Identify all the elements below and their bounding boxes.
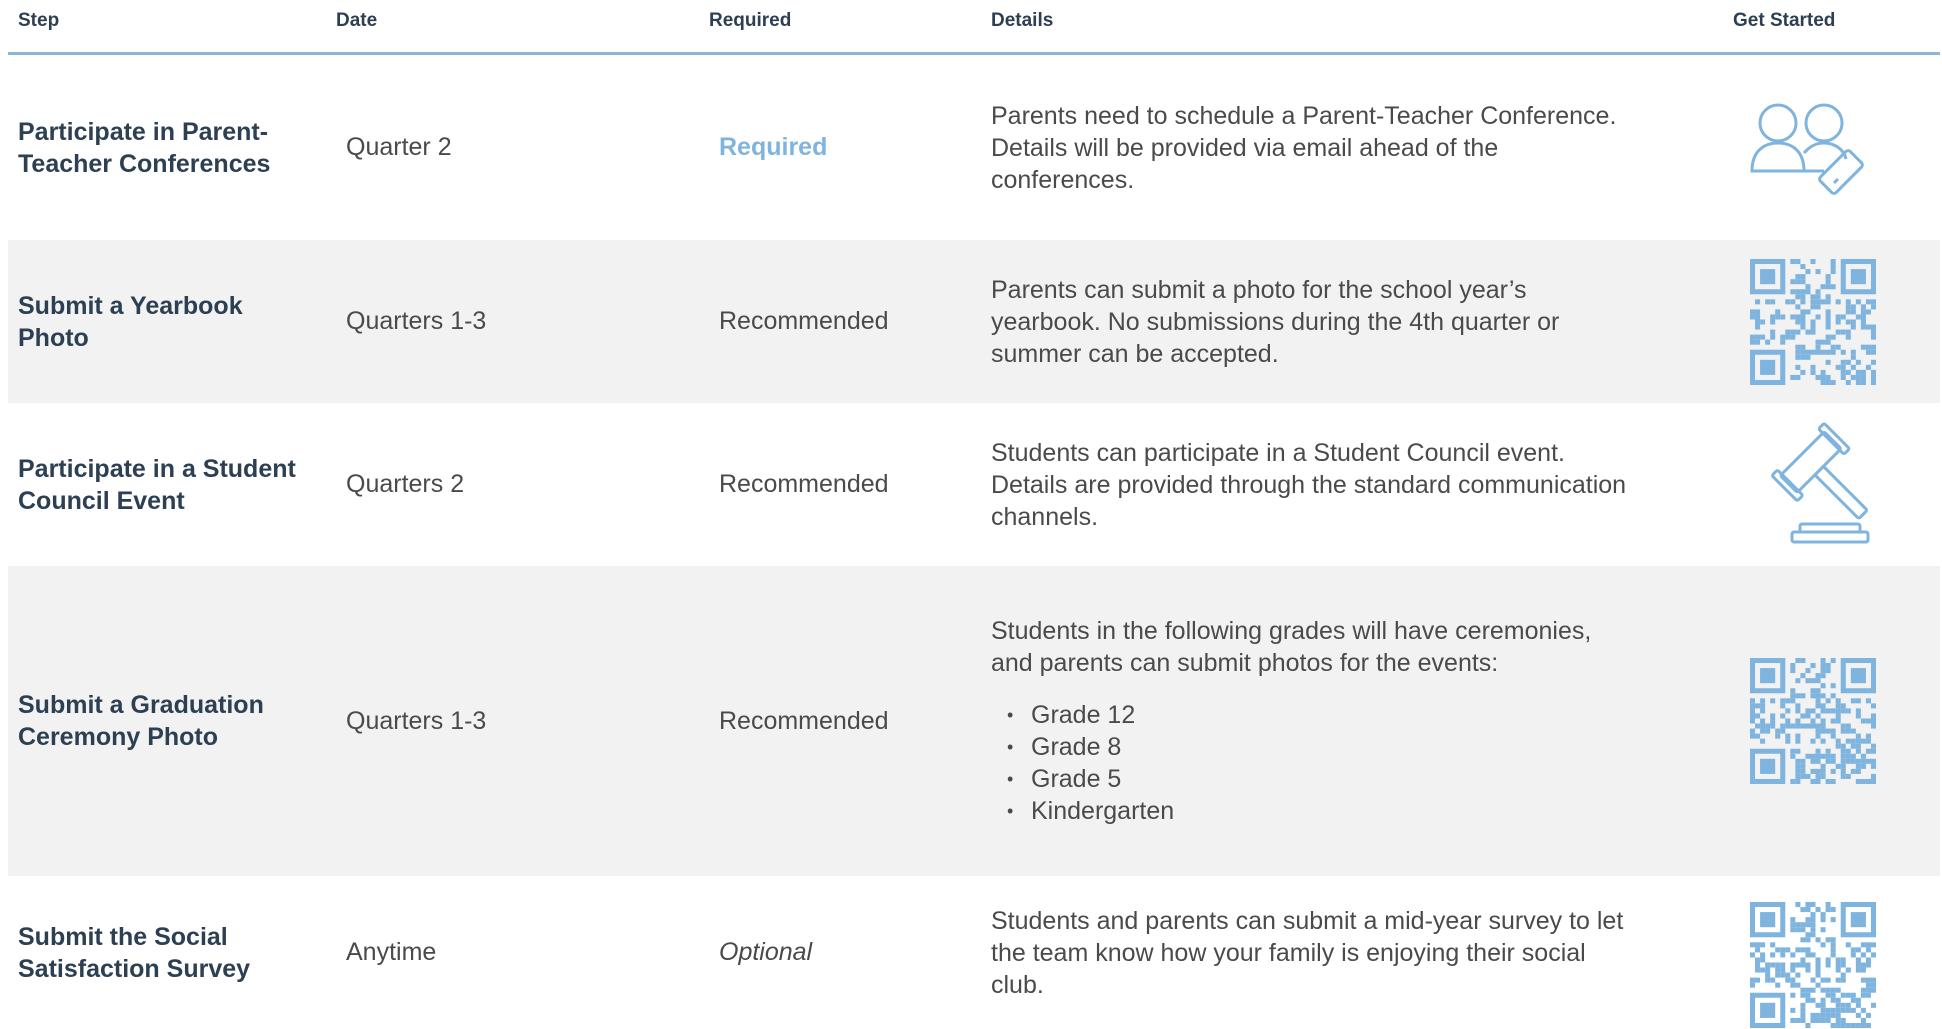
steps-table: Step Date Required Details Get Started P… (8, 0, 1940, 1028)
table-row: Submit a Yearbook Photo Quarters 1-3 Rec… (8, 240, 1940, 403)
required-status: Required (719, 133, 828, 161)
step-date: Quarters 1-3 (346, 307, 487, 335)
details-intro: Students in the following grades will ha… (991, 617, 1592, 677)
step-title: Participate in a Student Council Event (18, 454, 296, 515)
table-row: Submit a Graduation Ceremony Photo Quart… (8, 566, 1940, 876)
step-details: Parents need to schedule a Parent-Teache… (991, 101, 1617, 194)
header-step: Step (18, 10, 60, 31)
table-row: Participate in a Student Council Event Q… (8, 403, 1940, 566)
people-phone-icon[interactable] (1743, 55, 1883, 240)
gavel-icon[interactable] (1743, 403, 1883, 566)
list-item: Grade 5 (1007, 763, 1631, 795)
step-details: Parents can submit a photo for the schoo… (991, 275, 1560, 368)
step-title: Participate in Parent-Teacher Conference… (18, 117, 271, 178)
required-status: Recommended (719, 470, 889, 498)
step-date: Quarter 2 (346, 133, 452, 161)
qr-code-icon[interactable] (1743, 876, 1883, 1029)
step-title: Submit a Graduation Ceremony Photo (18, 691, 264, 751)
list-item: Grade 8 (1007, 731, 1631, 763)
list-item: Kindergarten (1007, 795, 1631, 827)
step-date: Quarters 2 (346, 470, 465, 498)
step-details: Students in the following grades will ha… (991, 566, 1631, 876)
step-title: Submit the Social Satisfaction Survey (18, 922, 251, 983)
step-date: Quarters 1-3 (346, 706, 487, 735)
table-header: Step Date Required Details Get Started (8, 0, 1940, 55)
list-item: Grade 12 (1007, 699, 1631, 731)
table-row: Participate in Parent-Teacher Conference… (8, 55, 1940, 240)
step-details: Students and parents can submit a mid-ye… (991, 906, 1624, 999)
step-details: Students can participate in a Student Co… (991, 438, 1627, 531)
header-details: Details (991, 10, 1054, 31)
qr-code-icon[interactable] (1743, 566, 1883, 876)
step-title: Submit a Yearbook Photo (18, 291, 243, 352)
qr-code-icon[interactable] (1743, 240, 1883, 403)
header-get-started: Get Started (1733, 10, 1836, 31)
header-date: Date (336, 10, 378, 31)
required-status: Optional (719, 938, 813, 966)
grade-list: Grade 12 Grade 8 Grade 5 Kindergarten (991, 699, 1631, 827)
table-row: Submit the Social Satisfaction Survey An… (8, 876, 1940, 1029)
step-date: Anytime (346, 938, 437, 966)
required-status: Recommended (719, 307, 889, 335)
header-required: Required (709, 10, 792, 31)
required-status: Recommended (719, 706, 889, 735)
